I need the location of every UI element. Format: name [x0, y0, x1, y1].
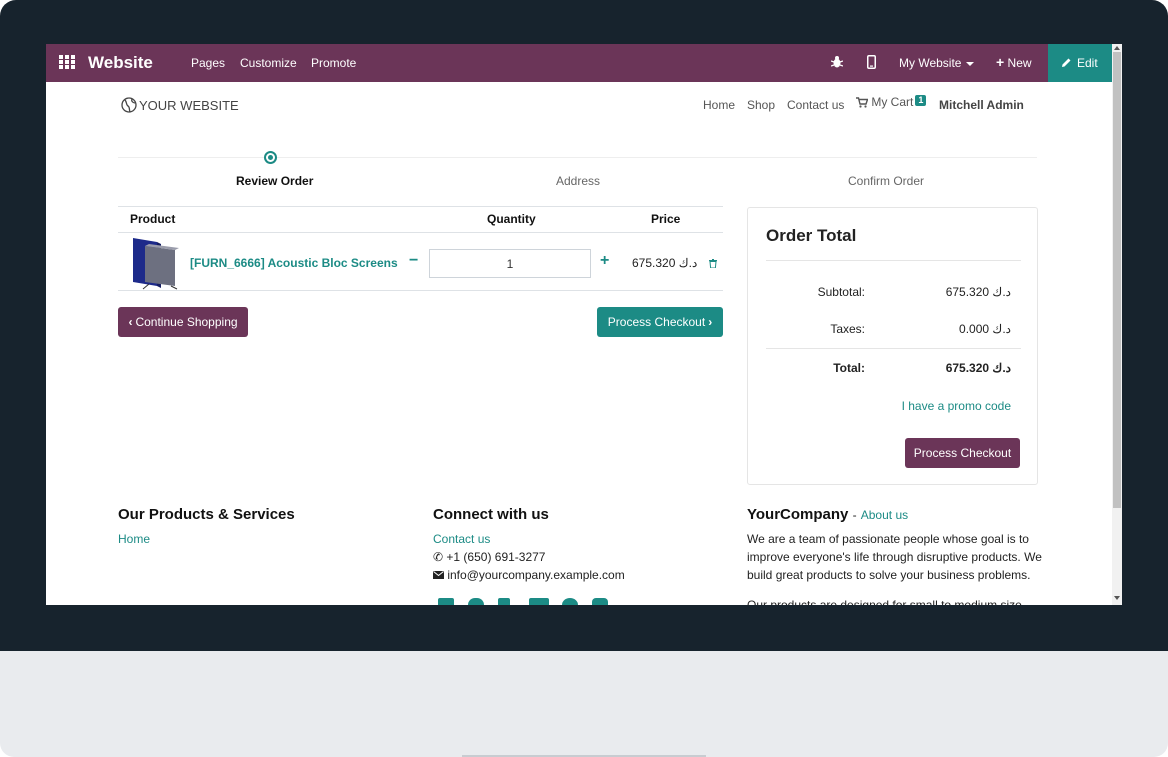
trash-icon[interactable] [709, 259, 717, 268]
menu-pages[interactable]: Pages [191, 56, 225, 70]
footer-connect-title: Connect with us [433, 506, 549, 523]
order-total-title: Order Total [766, 226, 857, 245]
new-button-label: New [1007, 56, 1032, 70]
footer-home-link[interactable]: Home [118, 530, 150, 548]
table-header-border [118, 232, 723, 233]
pencil-icon [1062, 58, 1071, 67]
col-header-product: Product [130, 212, 176, 226]
nav-home[interactable]: Home [703, 98, 735, 112]
site-logo[interactable]: YOUR WEBSITE [121, 97, 239, 113]
total-value: 675.320 د.ك [945, 361, 1011, 375]
product-image[interactable] [131, 236, 179, 290]
footer-company-title: YourCompany - About us [747, 506, 908, 523]
taxes-label: Taxes: [830, 322, 865, 336]
user-name: Mitchell Admin [939, 98, 1024, 112]
chevron-right-icon: › [708, 315, 713, 329]
my-cart-label: My Cart [871, 95, 914, 109]
step-address: Address [556, 174, 601, 188]
menu-promote[interactable]: Promote [311, 56, 356, 70]
continue-shopping-label: Continue Shopping [135, 315, 238, 329]
twitter-icon[interactable] [468, 598, 484, 605]
card-divider [766, 348, 1021, 349]
scroll-up-arrow-icon[interactable] [1114, 46, 1120, 50]
progress-current-dot-icon [264, 151, 277, 164]
order-total-card: Order Total Subtotal: 675.320 د.ك Taxes:… [747, 207, 1038, 485]
card-process-checkout-label: Process Checkout [913, 446, 1012, 460]
nav-my-cart[interactable]: My Cart 1 [856, 95, 927, 109]
qty-increase-button[interactable]: + [600, 252, 609, 270]
progress-track [118, 157, 1037, 158]
about-us-link[interactable]: About us [861, 508, 908, 522]
scroll-thumb[interactable] [1113, 52, 1121, 508]
company-desc-line: We are a team of passionate people whose… [747, 532, 1029, 546]
edit-button[interactable]: Edit [1048, 44, 1112, 82]
envelope-icon [433, 571, 444, 579]
footer-contact-link[interactable]: Contact us [433, 530, 490, 548]
cart-icon [856, 97, 869, 108]
nav-contact-us[interactable]: Contact us [787, 98, 844, 112]
company-desc-line: improve everyone's life through disrupti… [747, 550, 1042, 564]
promo-code-link[interactable]: I have a promo code [902, 399, 1011, 413]
linkedin-icon[interactable] [498, 598, 510, 605]
chevron-left-icon: ‹ [128, 315, 133, 329]
table-top-border [118, 206, 723, 207]
process-checkout-button[interactable]: Process Checkout › [597, 307, 723, 337]
menu-customize[interactable]: Customize [240, 56, 297, 70]
edit-button-label: Edit [1077, 56, 1098, 70]
footer-products-title: Our Products & Services [118, 506, 295, 523]
quantity-input[interactable] [429, 249, 591, 278]
app-brand[interactable]: Website [88, 53, 153, 73]
qty-decrease-button[interactable]: − [409, 252, 418, 270]
plus-icon: + [996, 54, 1005, 70]
site-logo-text: YOUR WEBSITE [139, 97, 239, 113]
table-bottom-border [118, 290, 723, 291]
cart-count-badge: 1 [915, 95, 927, 106]
card-divider [766, 260, 1021, 261]
about-separator: - [852, 508, 857, 522]
company-desc-line: build great products to solve your busin… [747, 568, 1031, 582]
nav-shop[interactable]: Shop [747, 98, 775, 112]
col-header-price: Price [651, 212, 681, 226]
phone-icon: ✆ [433, 550, 444, 564]
company-name: YourCompany [747, 506, 849, 523]
step-review-order: Review Order [236, 174, 314, 188]
total-label: Total: [833, 361, 865, 375]
scroll-down-arrow-icon[interactable] [1114, 596, 1120, 600]
continue-shopping-button[interactable]: ‹ Continue Shopping [118, 307, 248, 337]
line-price: 675.320 د.ك [632, 256, 698, 270]
mobile-preview-icon[interactable] [867, 55, 876, 69]
chevron-down-icon [966, 61, 975, 66]
github-icon[interactable] [562, 598, 578, 605]
user-menu[interactable]: Mitchell Admin [939, 98, 1024, 112]
subtotal-label: Subtotal: [817, 285, 865, 299]
process-checkout-label: Process Checkout [607, 315, 706, 329]
footer-phone: ✆ +1 (650) 691-3277 [433, 548, 545, 566]
instagram-icon[interactable] [592, 598, 608, 605]
step-confirm-order: Confirm Order [848, 174, 925, 188]
new-button[interactable]: + New [996, 54, 1032, 70]
website-switcher[interactable]: My Website [899, 56, 975, 70]
youtube-icon[interactable] [529, 598, 549, 605]
card-process-checkout-button[interactable]: Process Checkout [905, 438, 1020, 468]
taxes-value: 0.000 د.ك [959, 322, 1011, 336]
company-desc-line: Our products are designed for small to m… [747, 598, 1022, 605]
footer-email[interactable]: info@yourcompany.example.com [433, 566, 625, 584]
page-scrollbar[interactable] [1112, 44, 1122, 605]
facebook-icon[interactable] [438, 598, 454, 605]
subtotal-value: 675.320 د.ك [945, 285, 1011, 299]
laptop-base [0, 651, 1168, 757]
browser-screen: Website Pages Customize Promote My Websi… [46, 44, 1122, 605]
admin-topbar: Website Pages Customize Promote My Websi… [46, 44, 1112, 82]
footer-email-text: info@yourcompany.example.com [447, 568, 625, 582]
website-switcher-label: My Website [899, 56, 962, 70]
debug-bug-icon[interactable] [831, 55, 843, 69]
footer-phone-text: +1 (650) 691-3277 [446, 550, 546, 564]
product-name-link[interactable]: [FURN_6666] Acoustic Bloc Screens [190, 256, 398, 270]
globe-icon [121, 97, 137, 113]
col-header-quantity: Quantity [487, 212, 536, 226]
apps-menu-icon[interactable] [59, 55, 75, 70]
